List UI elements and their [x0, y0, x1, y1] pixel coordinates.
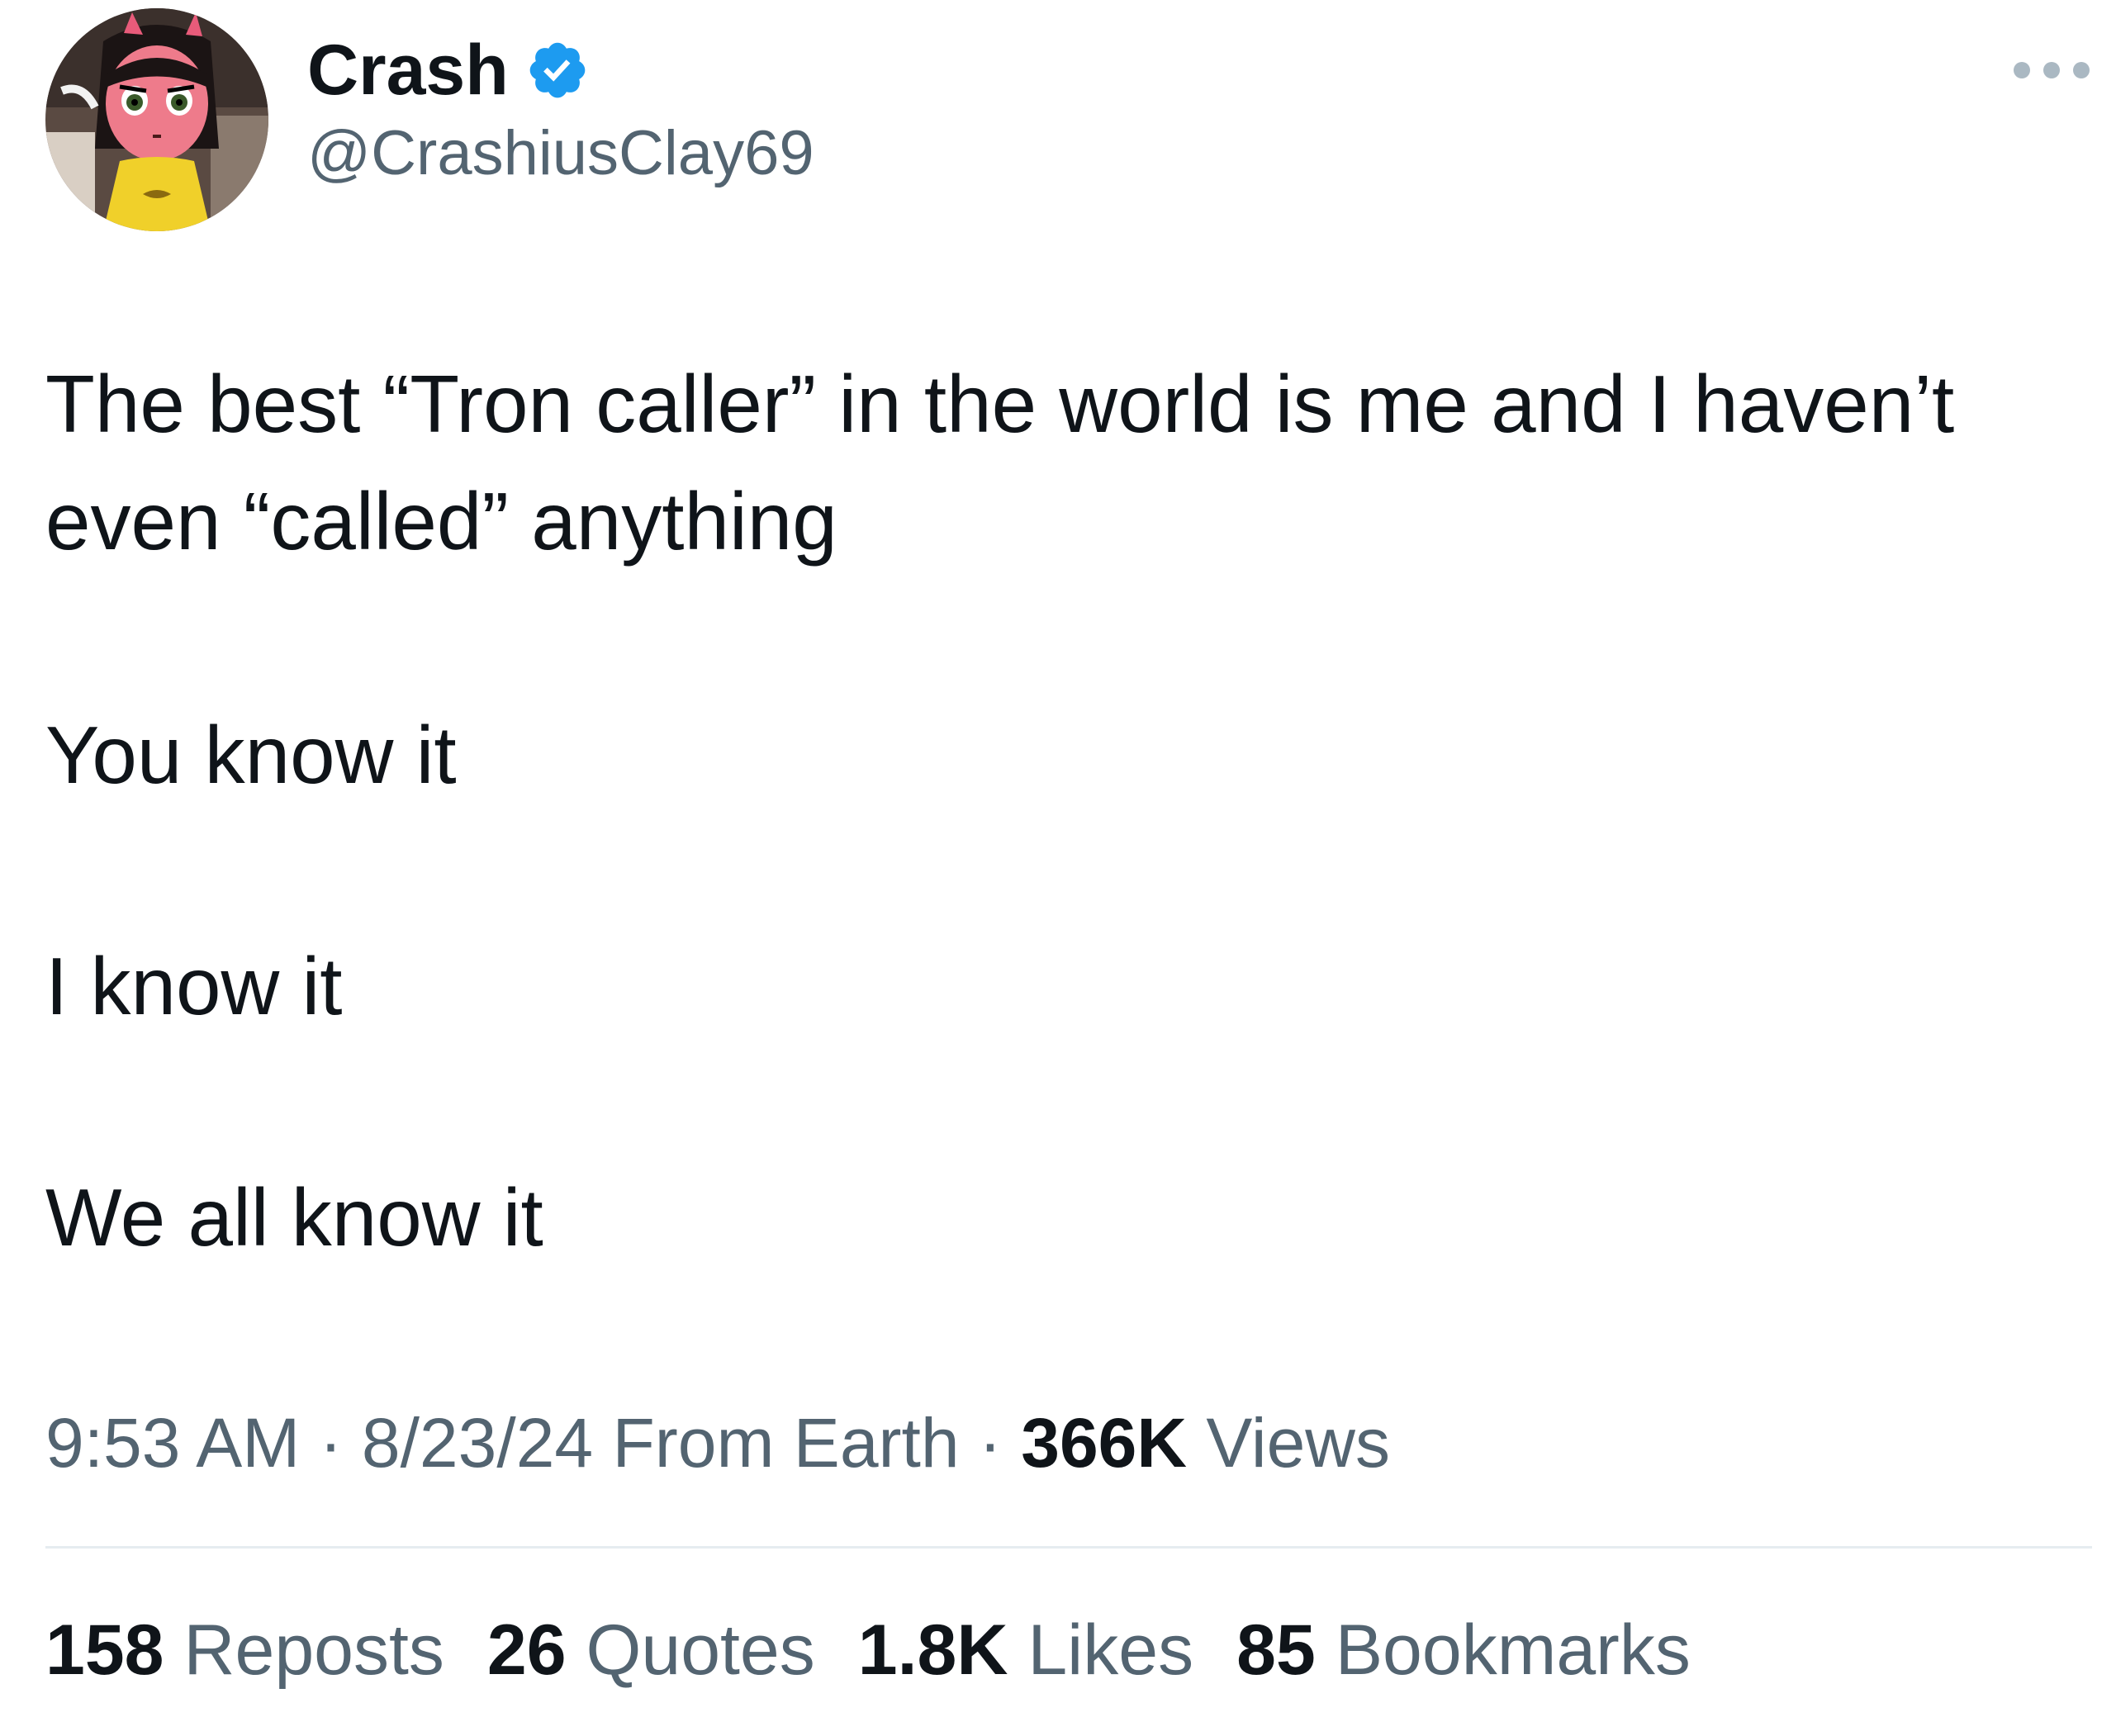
author-handle[interactable]: @CrashiusClay69 [307, 122, 814, 185]
separator: · [319, 1404, 343, 1482]
divider [45, 1546, 2092, 1549]
reposts-label: Reposts [183, 1610, 444, 1690]
more-options-icon[interactable] [2014, 50, 2090, 91]
views-label: Views [1206, 1404, 1390, 1482]
author-name-row: Crash [307, 25, 590, 116]
tweet-text-line: You know it [45, 709, 457, 800]
tweet-time[interactable]: 9:53 AM [45, 1404, 300, 1482]
display-name[interactable]: Crash [307, 35, 509, 106]
quotes-label: Quotes [586, 1610, 815, 1690]
bookmarks-count: 85 [1236, 1610, 1316, 1690]
quotes-stat[interactable]: 26 Quotes [487, 1615, 815, 1686]
separator: · [978, 1404, 1002, 1482]
likes-label: Likes [1027, 1610, 1194, 1690]
quotes-count: 26 [486, 1610, 567, 1690]
likes-count: 1.8K [857, 1610, 1008, 1690]
engagement-stats: 158 Reposts 26 Quotes 1.8K Likes 85 Book… [45, 1615, 1691, 1686]
tweet-metadata: 9:53 AM · 8/23/24 From Earth · 366K View… [45, 1408, 1390, 1477]
tweet-text-line: I know it [45, 941, 343, 1032]
dot-icon [2043, 62, 2060, 78]
reposts-count: 158 [45, 1610, 164, 1690]
likes-stat[interactable]: 1.8K Likes [858, 1615, 1193, 1686]
views-count: 366K [1021, 1404, 1188, 1482]
avatar[interactable] [45, 8, 268, 231]
bookmarks-stat[interactable]: 85 Bookmarks [1236, 1615, 1691, 1686]
dot-icon [2073, 62, 2090, 78]
tweet-text-line: The best “Tron caller” in the world is m… [45, 358, 1955, 567]
verified-badge-icon[interactable] [525, 38, 590, 102]
tweet-source: From Earth [612, 1404, 960, 1482]
reposts-stat[interactable]: 158 Reposts [45, 1615, 444, 1686]
tweet-text-line: We all know it [45, 1172, 543, 1263]
bookmarks-label: Bookmarks [1335, 1610, 1691, 1690]
tweet-date[interactable]: 8/23/24 [362, 1404, 593, 1482]
avatar-image [45, 8, 268, 231]
dot-icon [2014, 62, 2030, 78]
